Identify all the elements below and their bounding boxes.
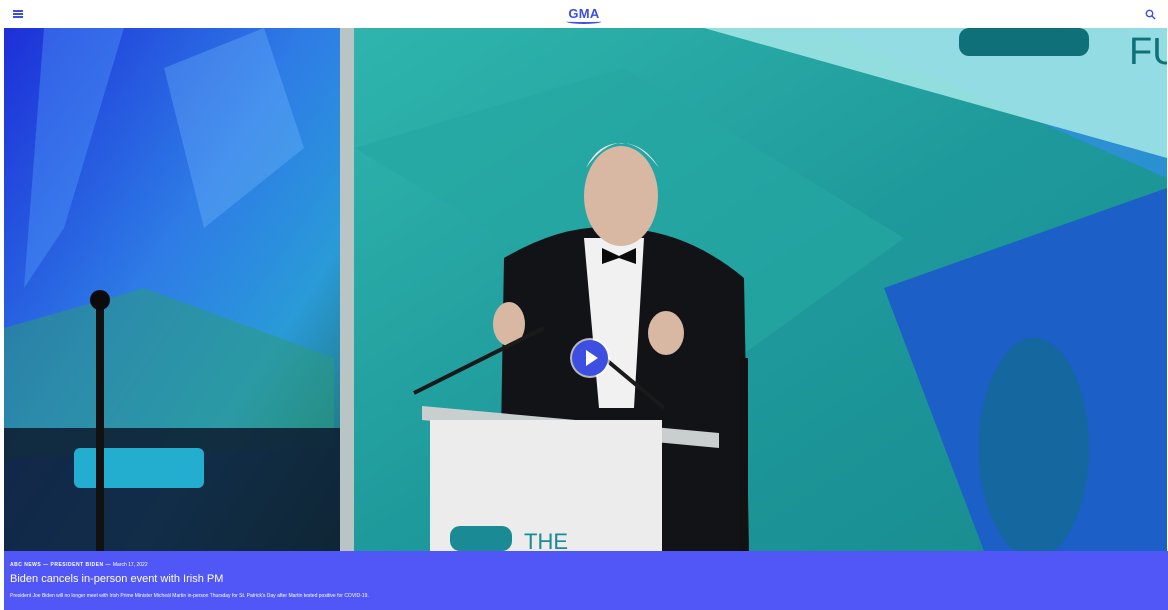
search-icon[interactable] bbox=[1145, 9, 1156, 20]
play-button[interactable] bbox=[572, 340, 608, 376]
source-label[interactable]: ABC NEWS bbox=[10, 562, 41, 568]
category-label[interactable]: PRESIDENT BIDEN bbox=[51, 562, 104, 568]
hamburger-menu-icon[interactable] bbox=[13, 10, 23, 18]
article-meta: ABC NEWS — PRESIDENT BIDEN — March 17, 2… bbox=[10, 562, 148, 568]
gma-logo[interactable]: GMA bbox=[566, 6, 602, 24]
publish-date: March 17, 2022 bbox=[112, 562, 148, 568]
separator: — bbox=[105, 562, 111, 568]
article-caption: ABC NEWS — PRESIDENT BIDEN — March 17, 2… bbox=[4, 551, 1168, 610]
article-headline[interactable]: Biden cancels in-person event with Irish… bbox=[10, 573, 223, 585]
top-navigation-bar: GMA bbox=[0, 0, 1168, 28]
svg-text:THE: THE bbox=[524, 529, 568, 551]
video-player[interactable]: FU THE bbox=[4, 28, 1167, 551]
separator: — bbox=[43, 562, 49, 568]
svg-text:FU: FU bbox=[1129, 31, 1167, 73]
video-thumbnail: FU THE bbox=[4, 28, 1167, 551]
article-summary: President Joe Biden will no longer meet … bbox=[10, 593, 369, 599]
